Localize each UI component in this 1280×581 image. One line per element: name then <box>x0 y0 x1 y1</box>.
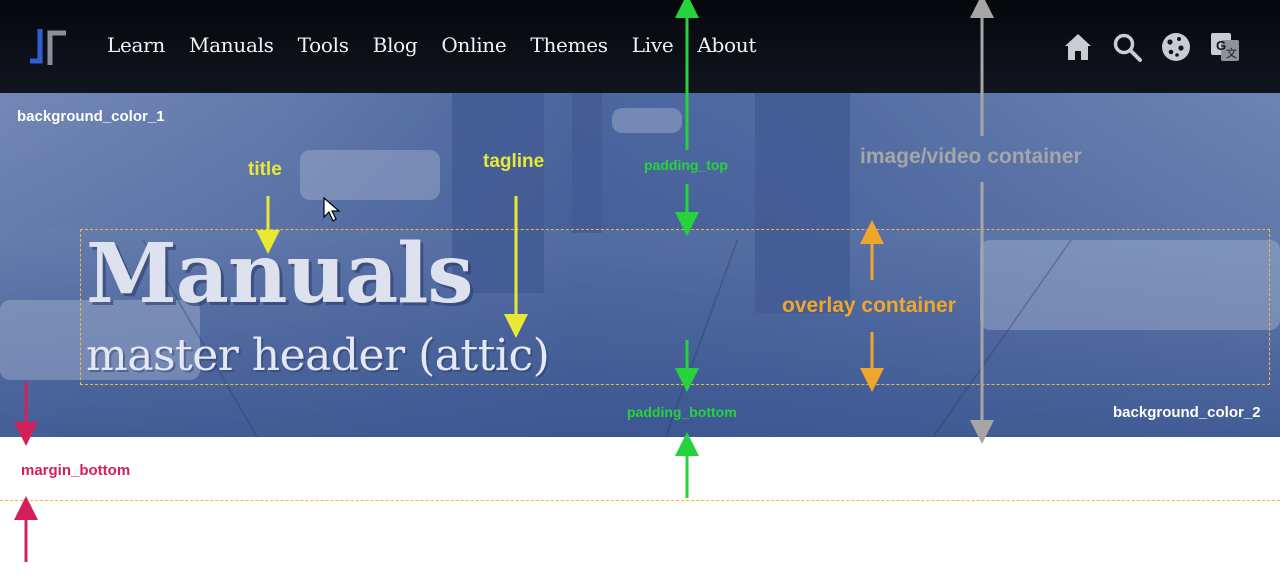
annotation-tagline: tagline <box>483 151 545 172</box>
mouse-cursor-icon <box>323 197 341 222</box>
nav-link-about[interactable]: About <box>697 33 756 57</box>
annotation-background-color-2: background_color_2 <box>1113 404 1261 421</box>
main-menu: Learn Manuals Tools Blog Online Themes L… <box>107 33 780 57</box>
cookie-icon[interactable] <box>1160 31 1192 63</box>
top-navbar: Learn Manuals Tools Blog Online Themes L… <box>0 0 1280 93</box>
svg-text:文: 文 <box>1226 46 1237 60</box>
annotation-margin-bottom: margin_bottom <box>21 462 131 479</box>
nav-link-learn[interactable]: Learn <box>107 33 165 57</box>
annotation-title: title <box>248 159 282 180</box>
translate-icon[interactable]: G 文 <box>1209 31 1241 63</box>
nav-link-themes[interactable]: Themes <box>530 33 608 57</box>
search-icon[interactable] <box>1111 31 1143 63</box>
hero-title: Manuals <box>86 226 474 322</box>
nav-link-tools[interactable]: Tools <box>298 33 349 57</box>
nav-link-live[interactable]: Live <box>632 33 674 57</box>
annotation-padding-top: padding_top <box>644 157 728 173</box>
site-logo[interactable] <box>26 27 70 67</box>
home-icon[interactable] <box>1062 31 1094 63</box>
nav-icon-group: G 文 <box>1062 31 1241 63</box>
annotation-padding-bottom: padding_bottom <box>627 404 737 420</box>
annotation-background-color-1: background_color_1 <box>17 108 165 125</box>
annotation-image-container: image/video container <box>860 145 1082 168</box>
svg-text:G: G <box>1216 38 1226 53</box>
annotation-overlay-container: overlay container <box>782 294 956 317</box>
nav-link-online[interactable]: Online <box>441 33 506 57</box>
nav-link-manuals[interactable]: Manuals <box>189 33 274 57</box>
hero-tagline: master header (attic) <box>86 330 550 381</box>
margin-bottom-guide-line <box>0 500 1280 501</box>
nav-link-blog[interactable]: Blog <box>373 33 418 57</box>
